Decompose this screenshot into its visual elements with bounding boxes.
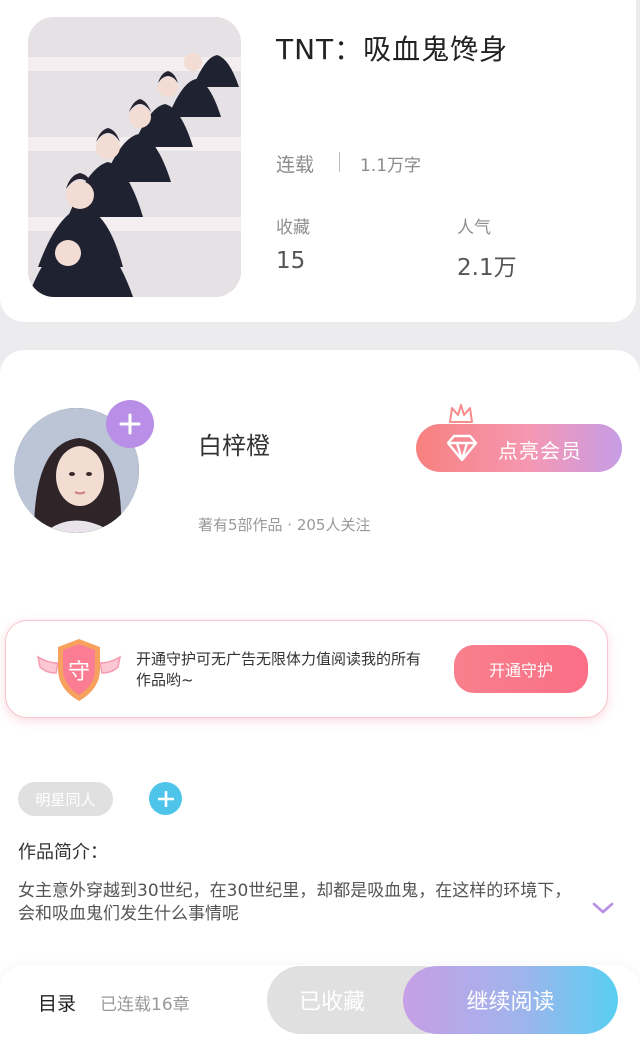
author-name[interactable]: 白梓橙: [198, 426, 270, 461]
meta-divider: [339, 152, 340, 172]
diamond-icon: [446, 434, 478, 462]
favorites-count: 15: [276, 248, 306, 274]
plus-icon: [119, 413, 141, 435]
book-info-card: TNT：吸血鬼馋身 连载 1.1万字 收藏 15 人气 2.1万: [0, 0, 636, 322]
guard-promo-text: 开通守护可无广告无限体力值阅读我的所有作品哟~: [136, 650, 422, 689]
catalog-link[interactable]: 目录: [38, 989, 76, 1016]
tag-chip[interactable]: 明星同人: [18, 782, 113, 816]
intro-text: 女主意外穿越到30世纪，在30世纪里，却都是吸血鬼，在这样的环境下，会和吸血鬼们…: [18, 881, 572, 924]
book-title: TNT：吸血鬼馋身: [276, 33, 509, 66]
intro-heading: 作品简介：: [18, 842, 108, 863]
activate-guard-button[interactable]: 开通守护: [454, 645, 588, 693]
chapter-count: 已连载16章: [100, 995, 190, 1015]
popularity-label: 人气: [457, 218, 491, 238]
continue-reading-button[interactable]: 继续阅读: [403, 966, 618, 1034]
chevron-down-icon[interactable]: [591, 900, 615, 916]
favorites-label: 收藏: [276, 218, 310, 238]
add-tag-button[interactable]: [149, 782, 182, 815]
author-meta: 著有5部作品 · 205人关注: [198, 516, 371, 534]
crown-icon: [449, 404, 473, 423]
popularity-count: 2.1万: [457, 255, 517, 281]
vip-button-label: 点亮会员: [498, 439, 582, 463]
plus-icon: [157, 790, 174, 807]
activate-vip-button[interactable]: 点亮会员: [416, 424, 622, 472]
shield-badge-char: 守: [68, 660, 90, 685]
shield-icon: 守: [36, 639, 122, 701]
serial-status: 连载: [276, 154, 315, 176]
word-count: 1.1万字: [360, 156, 422, 176]
book-cover-image[interactable]: [28, 17, 241, 297]
guard-promo-banner: 守 开通守护可无广告无限体力值阅读我的所有作品哟~ 开通守护: [5, 620, 608, 718]
follow-author-button[interactable]: [106, 400, 154, 448]
